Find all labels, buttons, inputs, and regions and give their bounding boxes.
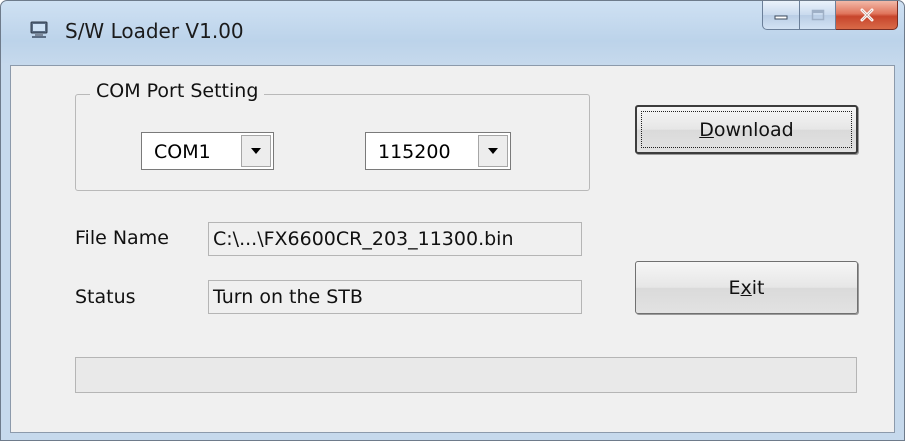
exit-button[interactable]: Exit [635, 261, 858, 314]
maximize-button[interactable] [800, 1, 836, 30]
status-field: Turn on the STB [208, 280, 582, 314]
com-port-setting-group: COM Port Setting COM1 115200 [75, 80, 590, 191]
exit-label: Exit [729, 277, 765, 299]
baud-rate-select[interactable]: 115200 [365, 132, 511, 170]
com-port-dropdown-button[interactable] [241, 135, 271, 167]
minimize-button[interactable] [762, 1, 800, 30]
window-title: S/W Loader V1.00 [65, 19, 244, 43]
baud-rate-value: 115200 [378, 141, 451, 163]
exit-label-post: it [751, 276, 765, 299]
loader-window: S/W Loader V1.00 COM Port Setting COM1 1… [0, 0, 905, 441]
focus-rectangle [641, 111, 852, 148]
download-button[interactable]: Download [635, 105, 858, 154]
close-icon [860, 8, 873, 22]
chevron-down-icon [251, 148, 261, 154]
file-name-label: File Name [75, 227, 169, 249]
maximize-icon [811, 9, 824, 21]
com-port-select[interactable]: COM1 [141, 132, 274, 170]
exit-mnemonic: x [740, 276, 752, 299]
baud-rate-dropdown-button[interactable] [478, 135, 508, 167]
status-value: Turn on the STB [213, 286, 363, 308]
exit-label-pre: E [728, 276, 741, 299]
com-port-setting-label: COM Port Setting [90, 80, 265, 102]
status-label: Status [75, 286, 136, 308]
app-computer-icon [30, 21, 48, 38]
title-bar[interactable]: S/W Loader V1.00 [1, 1, 904, 65]
dialog-client-area: COM Port Setting COM1 115200 Download Fi… [10, 65, 895, 433]
close-button[interactable] [836, 1, 898, 30]
chevron-down-icon [488, 148, 498, 154]
caption-buttons [762, 1, 898, 31]
com-port-value: COM1 [154, 141, 211, 163]
file-name-value: C:\...\FX6600CR_203_11300.bin [213, 228, 514, 250]
minimize-icon [774, 15, 788, 20]
file-name-field: C:\...\FX6600CR_203_11300.bin [208, 222, 582, 256]
download-progress-bar [75, 357, 857, 393]
